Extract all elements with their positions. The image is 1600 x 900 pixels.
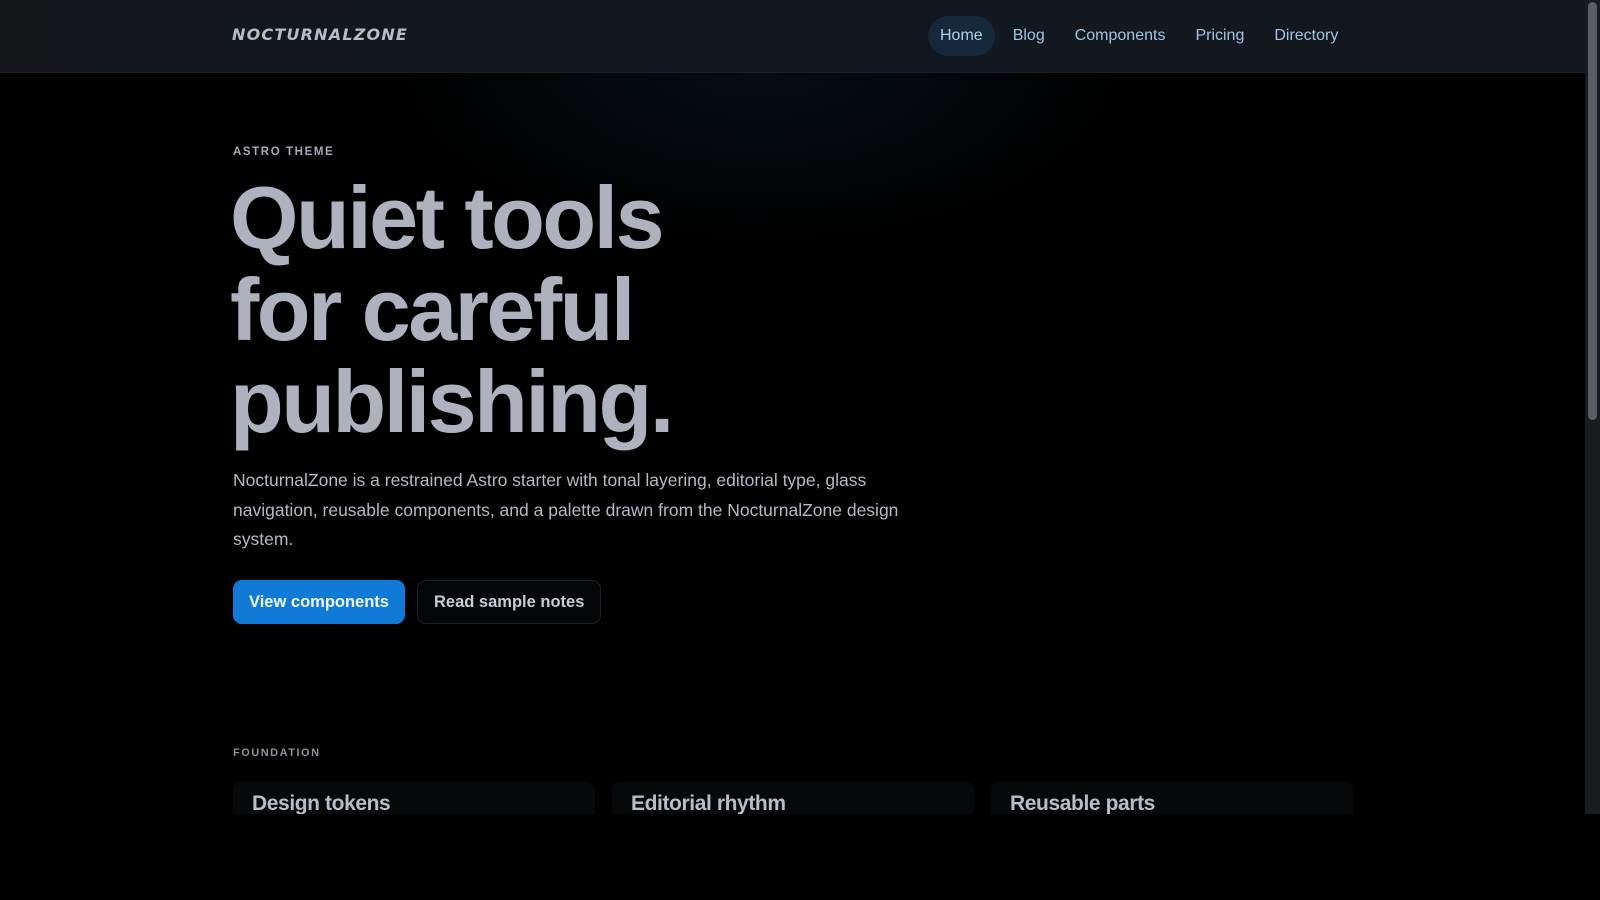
window-bottom-area: [0, 814, 1600, 900]
vertical-scrollbar[interactable]: [1585, 0, 1600, 814]
nav-item-directory[interactable]: Directory: [1262, 16, 1350, 56]
nav-item-pricing[interactable]: Pricing: [1183, 16, 1256, 56]
page-viewport: NOCTURNALZONE Home Blog Components Prici…: [0, 0, 1585, 814]
site-header: NOCTURNALZONE Home Blog Components Prici…: [0, 0, 1585, 73]
hero-eyebrow: ASTRO THEME: [233, 146, 335, 158]
nav-item-blog[interactable]: Blog: [1001, 16, 1057, 56]
card-title: Reusable parts: [1010, 792, 1155, 814]
foundation-card-reusable-parts[interactable]: Reusable parts: [991, 782, 1353, 814]
hero-title: Quiet tools for careful publishing.: [230, 172, 990, 448]
read-sample-notes-button[interactable]: Read sample notes: [416, 580, 602, 624]
card-title: Design tokens: [252, 792, 391, 814]
foundation-card-design-tokens[interactable]: Design tokens: [233, 782, 595, 814]
card-title: Editorial rhythm: [631, 792, 786, 814]
scrollbar-thumb[interactable]: [1588, 2, 1597, 420]
view-components-button[interactable]: View components: [233, 580, 405, 624]
hero-title-line: Quiet tools: [230, 168, 665, 267]
hero-actions: View components Read sample notes: [233, 580, 602, 624]
nav-item-components[interactable]: Components: [1063, 16, 1178, 56]
foundation-card-editorial-rhythm[interactable]: Editorial rhythm: [612, 782, 974, 814]
main-nav: Home Blog Components Pricing Directory: [928, 16, 1356, 56]
hero-title-line: publishing.: [230, 352, 674, 451]
brand-logo[interactable]: NOCTURNALZONE: [232, 25, 408, 44]
hero-description: NocturnalZone is a restrained Astro star…: [233, 470, 899, 549]
foundation-section-label: FOUNDATION: [233, 747, 321, 759]
hero-title-line: for careful: [230, 260, 635, 359]
nav-item-home[interactable]: Home: [928, 16, 995, 56]
